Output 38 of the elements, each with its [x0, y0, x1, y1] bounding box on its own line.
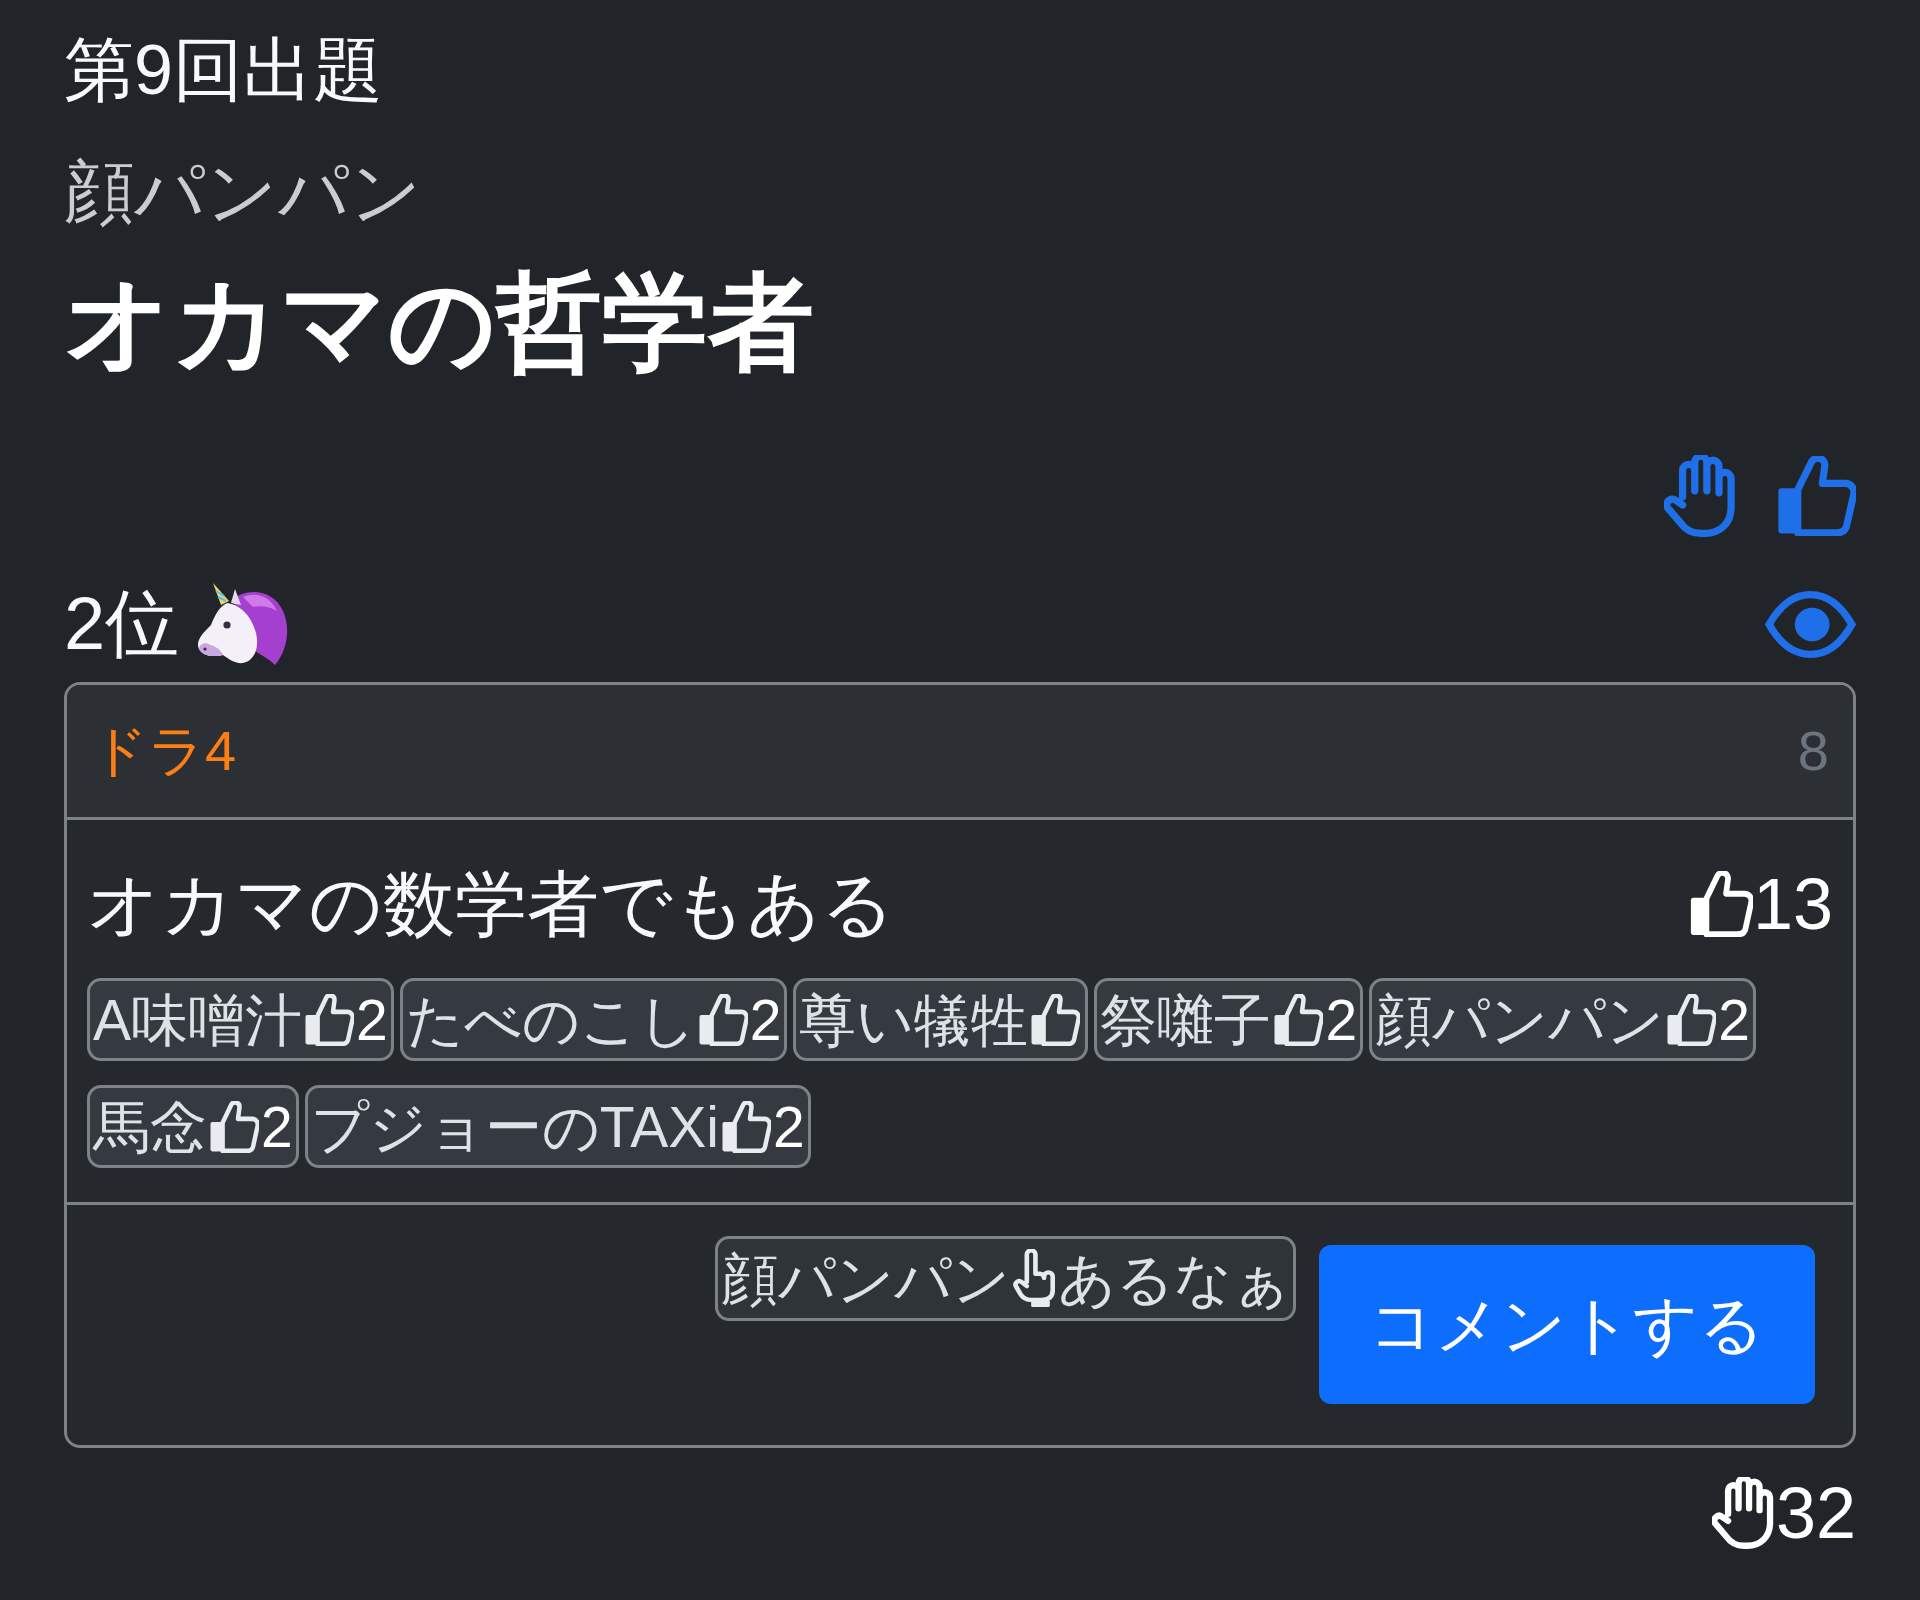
- reaction-user: 顔パンパン: [1375, 986, 1665, 1054]
- thumbs-up-icon: [1030, 993, 1081, 1046]
- answer-label: ドラ4: [91, 718, 237, 784]
- thumbs-up-icon: [1273, 993, 1324, 1046]
- thumbs-up-icon: [209, 1100, 259, 1153]
- reaction-count: 2: [749, 986, 782, 1054]
- eye-icon[interactable]: [1765, 590, 1856, 658]
- question-title: オカマの哲学者: [64, 262, 815, 382]
- author-name: 顔パンパン: [64, 152, 423, 233]
- raise-hand-icon[interactable]: [1664, 455, 1738, 537]
- reaction-user: 祭囃子: [1100, 986, 1272, 1054]
- raise-count: 32: [1775, 1472, 1856, 1555]
- reaction-count: 2: [1325, 986, 1358, 1054]
- thumbs-up-icon[interactable]: [1776, 456, 1856, 536]
- reaction-count: 2: [1718, 986, 1750, 1054]
- reaction-user: プジョーのTAXi: [310, 1093, 719, 1161]
- round-label: 第9回出題: [64, 30, 384, 111]
- rank-label: 2位: [64, 581, 180, 667]
- reaction-count: 2: [261, 1093, 293, 1161]
- thumbs-up-icon: [1688, 871, 1753, 937]
- reaction-count: 2: [773, 1093, 805, 1161]
- thumbs-up-icon: [697, 993, 748, 1046]
- reaction-count: 2: [356, 986, 388, 1054]
- thumbs-up-icon: [304, 993, 355, 1046]
- answer-number: 8: [1797, 718, 1829, 784]
- reaction-user: A味噌汁: [93, 986, 303, 1054]
- reaction-user: 馬念: [93, 1093, 207, 1161]
- like-count: 13: [1752, 863, 1833, 946]
- raise-hand-icon: [1711, 1477, 1776, 1549]
- pointing-hand-icon: [1013, 1248, 1055, 1309]
- reaction-user: たべのこし: [405, 986, 696, 1054]
- comment-button[interactable]: コメントする: [1319, 1245, 1815, 1404]
- thumbs-up-icon: [721, 1100, 771, 1153]
- comment-text: あるなぁ: [1058, 1245, 1290, 1313]
- reaction-user: 尊い犠牲: [799, 986, 1029, 1054]
- answer-text: オカマの数学者でもある: [87, 863, 895, 946]
- comment-user: 顔パンパン: [721, 1245, 1010, 1313]
- thumbs-up-icon: [1666, 993, 1717, 1046]
